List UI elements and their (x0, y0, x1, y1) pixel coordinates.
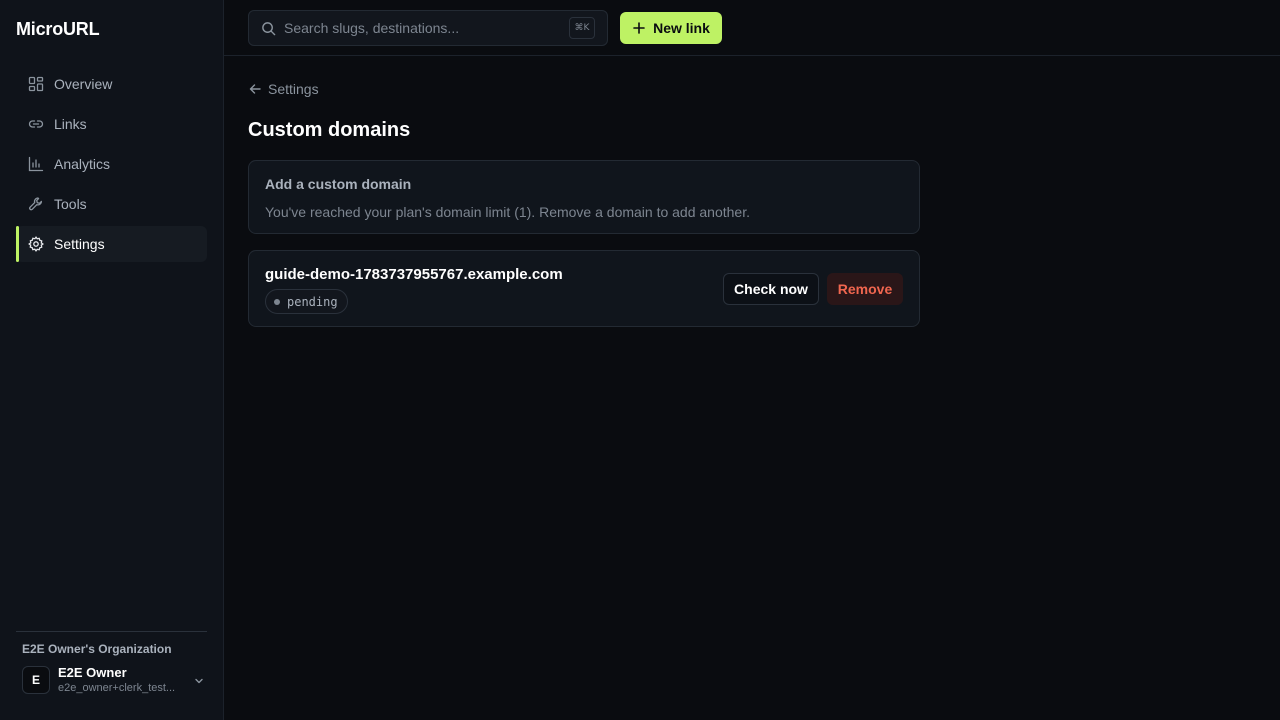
user-info: E2E Owner e2e_owner+clerk_test... (58, 665, 176, 694)
sidebar-item-tools[interactable]: Tools (16, 186, 207, 222)
sidebar: MicroURL Overview Links Analytics Tools … (0, 0, 224, 720)
new-link-label: New link (653, 20, 710, 36)
grid-icon (28, 76, 44, 92)
search-bar[interactable]: ⌘K (248, 10, 608, 46)
bar-chart-icon (28, 156, 44, 172)
new-link-button[interactable]: New link (620, 12, 722, 44)
sidebar-item-analytics[interactable]: Analytics (16, 146, 207, 182)
user-name: E2E Owner (58, 665, 127, 680)
page-title: Custom domains (248, 119, 411, 141)
add-domain-heading: Add a custom domain (265, 176, 412, 192)
sidebar-nav: Overview Links Analytics Tools Settings (16, 66, 207, 266)
wrench-icon (28, 196, 44, 212)
sidebar-item-settings[interactable]: Settings (16, 226, 207, 262)
account-switcher: E2E Owner's Organization E E2E Owner e2e… (16, 631, 207, 694)
sidebar-item-label: Tools (54, 196, 87, 212)
status-badge: pending (265, 289, 348, 314)
user-menu[interactable]: E E2E Owner e2e_owner+clerk_test... (22, 665, 207, 694)
domain-row: guide-demo-1783737955767.example.com pen… (248, 250, 920, 327)
status-dot (274, 298, 280, 305)
plus-icon (632, 21, 646, 35)
org-name: E2E Owner's Organization (22, 642, 172, 656)
remove-button[interactable]: Remove (827, 273, 903, 305)
shortcut-hint: ⌘K (569, 17, 595, 39)
search-input[interactable] (284, 20, 554, 36)
chevron-down-icon[interactable] (193, 675, 205, 687)
topbar: ⌘K New link (224, 0, 1280, 56)
app-logo[interactable]: MicroURL (16, 19, 100, 40)
back-link[interactable]: Settings (248, 81, 319, 97)
gear-icon (28, 236, 44, 252)
link-icon (28, 116, 44, 132)
back-label: Settings (268, 81, 319, 97)
arrow-left-icon (248, 82, 262, 96)
add-domain-card: Add a custom domain You've reached your … (248, 160, 920, 234)
sidebar-item-overview[interactable]: Overview (16, 66, 207, 102)
domain-name: guide-demo-1783737955767.example.com (265, 266, 563, 283)
domain-limit-message: You've reached your plan's domain limit … (265, 204, 750, 220)
sidebar-item-links[interactable]: Links (16, 106, 207, 142)
user-email: e2e_owner+clerk_test... (58, 682, 176, 694)
sidebar-item-label: Overview (54, 76, 113, 92)
avatar: E (22, 665, 50, 694)
sidebar-item-label: Settings (54, 236, 105, 252)
sidebar-item-label: Links (54, 116, 87, 132)
search-icon (261, 21, 276, 36)
sidebar-item-label: Analytics (54, 156, 111, 172)
check-now-button[interactable]: Check now (723, 273, 819, 305)
status-label: pending (287, 294, 338, 309)
